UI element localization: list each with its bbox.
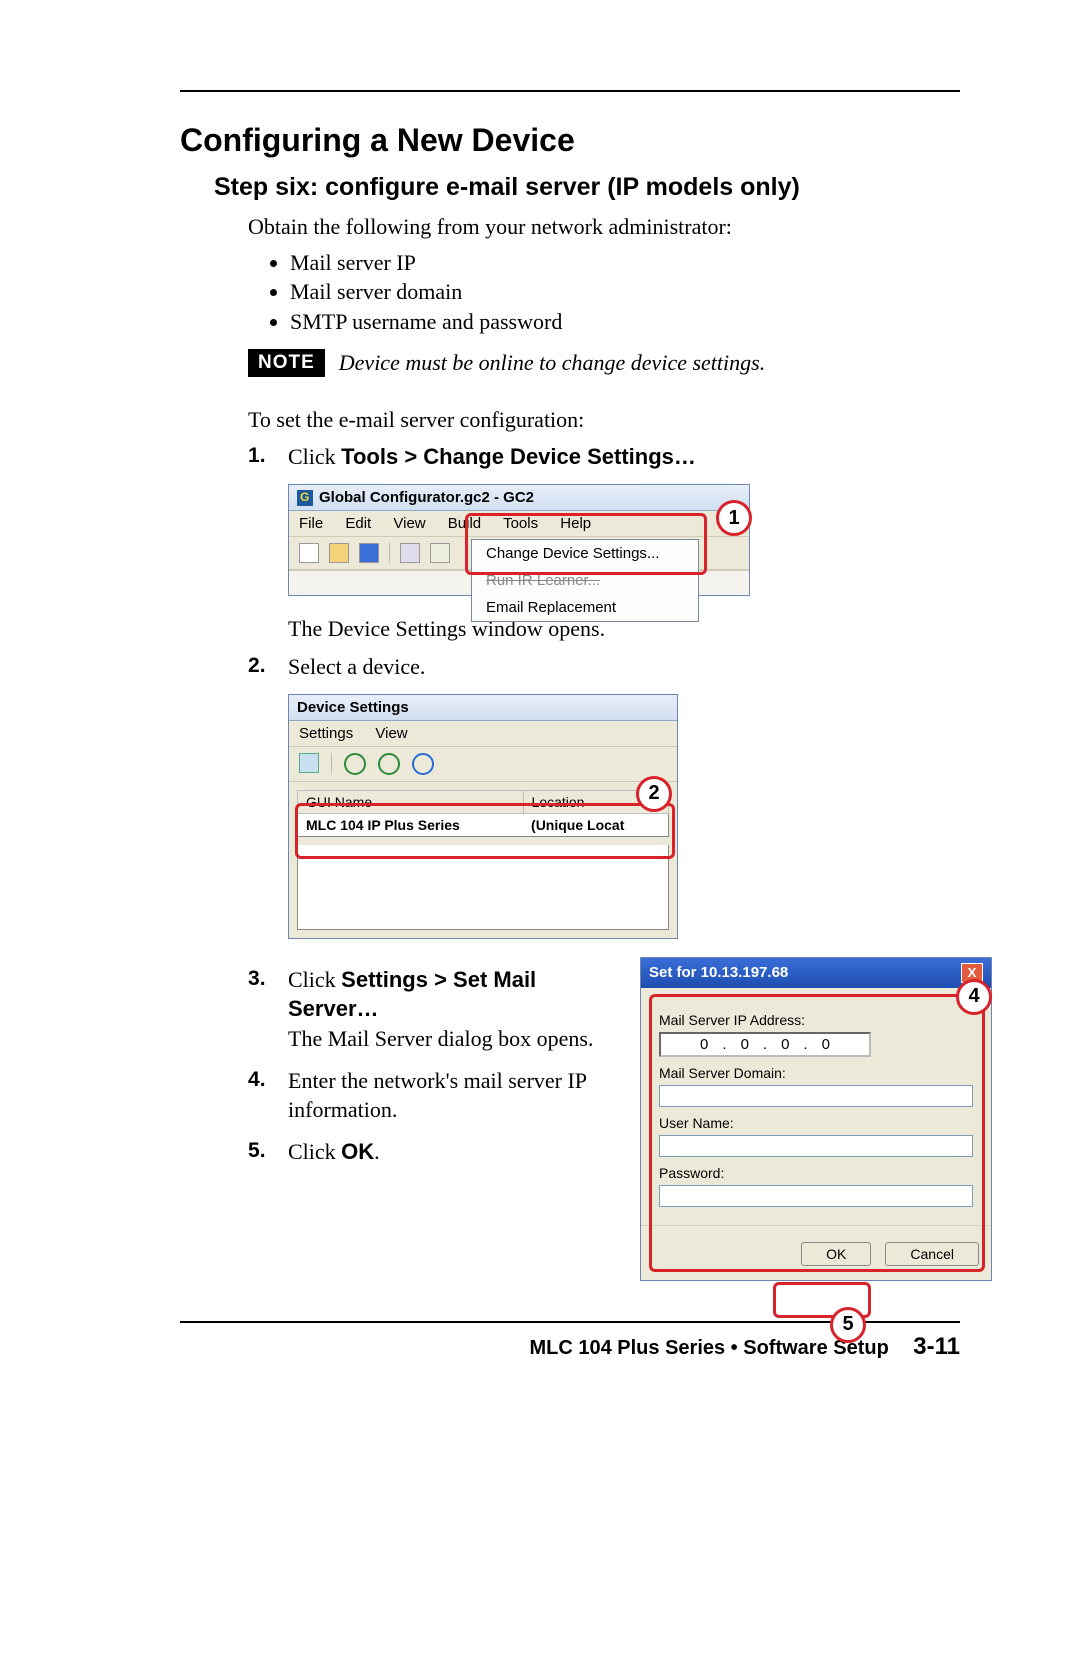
label-mail-domain: Mail Server Domain: [659,1065,973,1081]
footer-page: 3-11 [913,1333,960,1360]
s2-whitespace [297,845,669,930]
ip-octet-2[interactable]: 0 [731,1036,759,1053]
section-title: Configuring a New Device [180,122,960,159]
step-1: Click Tools > Change Device Settings… [248,442,960,472]
password-input[interactable] [659,1185,973,1207]
cell-gui-name: MLC 104 IP Plus Series [298,813,524,836]
step3-prefix: Click [288,967,341,992]
paste-icon[interactable] [430,543,450,563]
note-text: Device must be online to change device s… [339,350,765,376]
screenshot-2: Device Settings Settings View GUI Name L… [288,694,960,939]
callout-1: 1 [716,500,752,536]
menu-build[interactable]: Build [448,515,481,532]
menu-settings[interactable]: Settings [299,725,353,742]
menu-edit[interactable]: Edit [345,515,371,532]
step5-suffix: . [374,1139,380,1164]
note-badge: NOTE [248,349,325,377]
to-set-text: To set the e-mail server configuration: [248,405,960,435]
toolbar-divider [389,543,390,563]
device-table: GUI Name Location MLC 104 IP Plus Series… [297,790,669,837]
note-row: NOTE Device must be online to change dev… [248,349,960,377]
s3-titlebar: Set for 10.13.197.68 X [641,958,991,988]
screenshot-1: Global Configurator.gc2 - GC2 File Edit … [288,484,960,596]
s2-toolbar [289,746,677,782]
label-username: User Name: [659,1115,973,1131]
step5-prefix: Click [288,1139,341,1164]
ip-octet-3[interactable]: 0 [771,1036,799,1053]
callout-4: 4 [956,979,992,1015]
refresh-icon[interactable] [344,753,366,775]
s2-titlebar: Device Settings [289,695,677,721]
s3-title-text: Set for 10.13.197.68 [649,964,788,981]
form-icon[interactable] [299,753,319,773]
col-gui-name[interactable]: GUI Name [298,790,524,813]
tools-dropdown: Change Device Settings... Run IR Learner… [471,539,699,622]
dot: . [718,1036,730,1053]
menu-view-2[interactable]: View [375,725,407,742]
table-row[interactable]: MLC 104 IP Plus Series (Unique Locat [298,813,669,836]
step3-after: The Mail Server dialog box opens. [288,1026,594,1051]
toolbar-divider [331,753,332,773]
ok-button[interactable]: OK [801,1242,871,1266]
step-title: Step six: configure e-mail server (IP mo… [214,173,960,202]
dropdown-change-device-settings[interactable]: Change Device Settings... [472,540,698,567]
save-disk-icon[interactable] [359,543,379,563]
ip-input[interactable]: 0. 0. 0. 0 [659,1032,871,1057]
bullet: SMTP username and password [290,307,960,337]
label-password: Password: [659,1165,973,1181]
menu-tools[interactable]: Tools [503,515,538,532]
step-5: Click OK. [248,1137,628,1167]
reload-icon[interactable] [378,753,400,775]
footer-text: MLC 104 Plus Series • Software Setup [529,1337,888,1359]
callout-5: 5 [830,1307,866,1343]
copy-icon[interactable] [400,543,420,563]
menu-help[interactable]: Help [560,515,591,532]
step5-bold: OK [341,1139,374,1164]
step-3: Click Settings > Set Mail Server… The Ma… [248,965,628,1054]
s1-title-text: Global Configurator.gc2 - GC2 [319,489,534,506]
step1-bold: Tools > Change Device Settings… [341,444,696,469]
username-input[interactable] [659,1135,973,1157]
menu-view[interactable]: View [393,515,425,532]
screenshot-3: Set for 10.13.197.68 X Mail Server IP Ad… [640,957,990,1281]
s1-menubar: File Edit View Build Tools Help [289,511,749,536]
s1-titlebar: Global Configurator.gc2 - GC2 [289,485,749,511]
sync-icon[interactable] [412,753,434,775]
domain-input[interactable] [659,1085,973,1107]
gc-logo-icon [297,490,313,506]
ip-octet-4[interactable]: 0 [812,1036,840,1053]
step-4: Enter the network's mail server IP infor… [248,1066,628,1125]
intro-bullets: Mail server IP Mail server domain SMTP u… [290,248,960,337]
bullet: Mail server IP [290,248,960,278]
label-mail-ip: Mail Server IP Address: [659,1012,973,1028]
step-2: Select a device. [248,652,960,682]
intro-text: Obtain the following from your network a… [248,212,960,242]
new-file-icon[interactable] [299,543,319,563]
s2-menubar: Settings View [289,721,677,746]
ip-octet-1[interactable]: 0 [690,1036,718,1053]
cell-location: (Unique Locat [523,813,668,836]
callout-2: 2 [636,776,672,812]
cancel-button[interactable]: Cancel [885,1242,979,1266]
top-rule [180,90,960,92]
step1-prefix: Click [288,444,341,469]
bullet: Mail server domain [290,277,960,307]
open-folder-icon[interactable] [329,543,349,563]
dropdown-run-ir-learner[interactable]: Run IR Learner... [472,567,698,594]
dot: . [799,1036,811,1053]
dropdown-email-replacement[interactable]: Email Replacement [472,594,698,621]
menu-file[interactable]: File [299,515,323,532]
dot: . [759,1036,771,1053]
